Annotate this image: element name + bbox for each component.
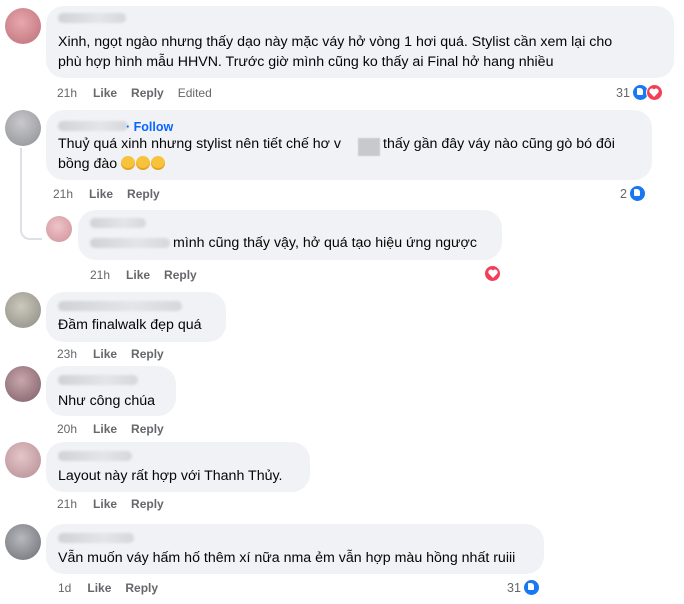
reaction-count: 31	[507, 580, 521, 595]
like-button[interactable]: Like	[93, 86, 117, 100]
avatar[interactable]	[5, 366, 41, 402]
avatar[interactable]	[46, 216, 72, 242]
reaction-count: 31	[616, 85, 630, 100]
reply-button[interactable]: Reply	[164, 268, 197, 282]
author-name-blurred[interactable]	[90, 218, 146, 228]
avatar[interactable]	[5, 524, 41, 560]
comment-actions: 23h Like Reply	[57, 347, 178, 361]
comment-text-with-emoji: bồng đào	[58, 154, 166, 175]
author-name-blurred[interactable]	[58, 533, 134, 543]
comment-text: Như công chúa	[58, 393, 156, 409]
avatar[interactable]	[5, 110, 41, 146]
like-button[interactable]: Like	[93, 497, 117, 511]
author-name-blurred[interactable]	[58, 121, 128, 131]
reply-button[interactable]: Reply	[131, 347, 164, 361]
comment-text-line: Xinh, ngọt ngào nhưng thấy dạo này mặc v…	[58, 34, 613, 50]
reply-thread-line	[20, 148, 42, 240]
follow-link[interactable]: · Follow	[126, 120, 173, 134]
comment-actions: 21h Like Reply Edited	[57, 86, 228, 100]
comment-text-line: bồng đào	[58, 156, 118, 172]
author-name-blurred[interactable]	[58, 375, 138, 385]
reaction-count: 2	[620, 186, 627, 201]
comment-timestamp[interactable]: 23h	[57, 347, 77, 361]
comment-actions: 21h Like Reply	[90, 268, 211, 282]
comment-text-line: thấy gần đây váy nào cũng gò bó đôi	[383, 136, 615, 152]
reaction-summary[interactable]: 31	[616, 84, 663, 101]
mentioned-name-blurred[interactable]	[90, 238, 170, 248]
comment-text-line: phù hợp hình mẫu HHVN. Trước giờ mình cũ…	[58, 54, 554, 70]
author-name-blurred[interactable]	[58, 301, 182, 311]
comment-text-line: Thuỷ quá xinh nhưng stylist nên tiết chế…	[58, 136, 342, 152]
like-button[interactable]: Like	[93, 422, 117, 436]
reply-button[interactable]: Reply	[127, 187, 160, 201]
avatar[interactable]	[5, 8, 41, 44]
emoji-icon	[151, 156, 166, 170]
reply-button[interactable]: Reply	[131, 86, 164, 100]
like-button[interactable]: Like	[87, 581, 111, 595]
comment-timestamp[interactable]: 21h	[53, 187, 73, 201]
comment-timestamp[interactable]: 20h	[57, 422, 77, 436]
reply-button[interactable]: Reply	[125, 581, 158, 595]
reaction-summary[interactable]: 2	[620, 185, 646, 202]
comment-actions: 20h Like Reply	[57, 422, 178, 436]
comment-timestamp[interactable]: 21h	[90, 268, 110, 282]
comment-actions: 21h Like Reply	[53, 187, 174, 201]
avatar[interactable]	[5, 442, 41, 478]
comment-timestamp[interactable]: 21h	[57, 497, 77, 511]
reaction-summary[interactable]: 31	[507, 579, 540, 596]
comment-timestamp[interactable]: 1d	[58, 581, 71, 595]
emoji-icon	[121, 156, 136, 170]
like-button[interactable]: Like	[93, 347, 117, 361]
like-icon	[628, 185, 646, 202]
author-name-blurred[interactable]	[58, 13, 126, 23]
comment-actions: 21h Like Reply	[57, 497, 178, 511]
author-name-blurred[interactable]	[58, 451, 132, 461]
comment-text: Layout này rất hợp với Thanh Thủy.	[58, 468, 283, 484]
reaction-summary[interactable]	[484, 265, 501, 282]
like-button[interactable]: Like	[89, 187, 113, 201]
love-icon	[484, 265, 501, 282]
comment-timestamp[interactable]: 21h	[57, 86, 77, 100]
edited-label[interactable]: Edited	[178, 86, 212, 100]
comment-text: mình cũng thấy vậy, hở quá tạo hiệu ứng …	[173, 235, 477, 251]
reply-button[interactable]: Reply	[131, 422, 164, 436]
avatar[interactable]	[5, 292, 41, 328]
love-icon	[645, 84, 663, 101]
redacted-block	[358, 138, 380, 156]
emoji-icon	[136, 156, 151, 170]
comment-actions: 1d Like Reply	[58, 581, 172, 595]
reply-button[interactable]: Reply	[131, 497, 164, 511]
comment-text: Vẫn muốn váy hấm hố thêm xí nữa nma ẻm v…	[58, 550, 516, 566]
like-icon	[522, 579, 540, 596]
comment-text: Đầm finalwalk đẹp quá	[58, 317, 202, 333]
like-button[interactable]: Like	[126, 268, 150, 282]
